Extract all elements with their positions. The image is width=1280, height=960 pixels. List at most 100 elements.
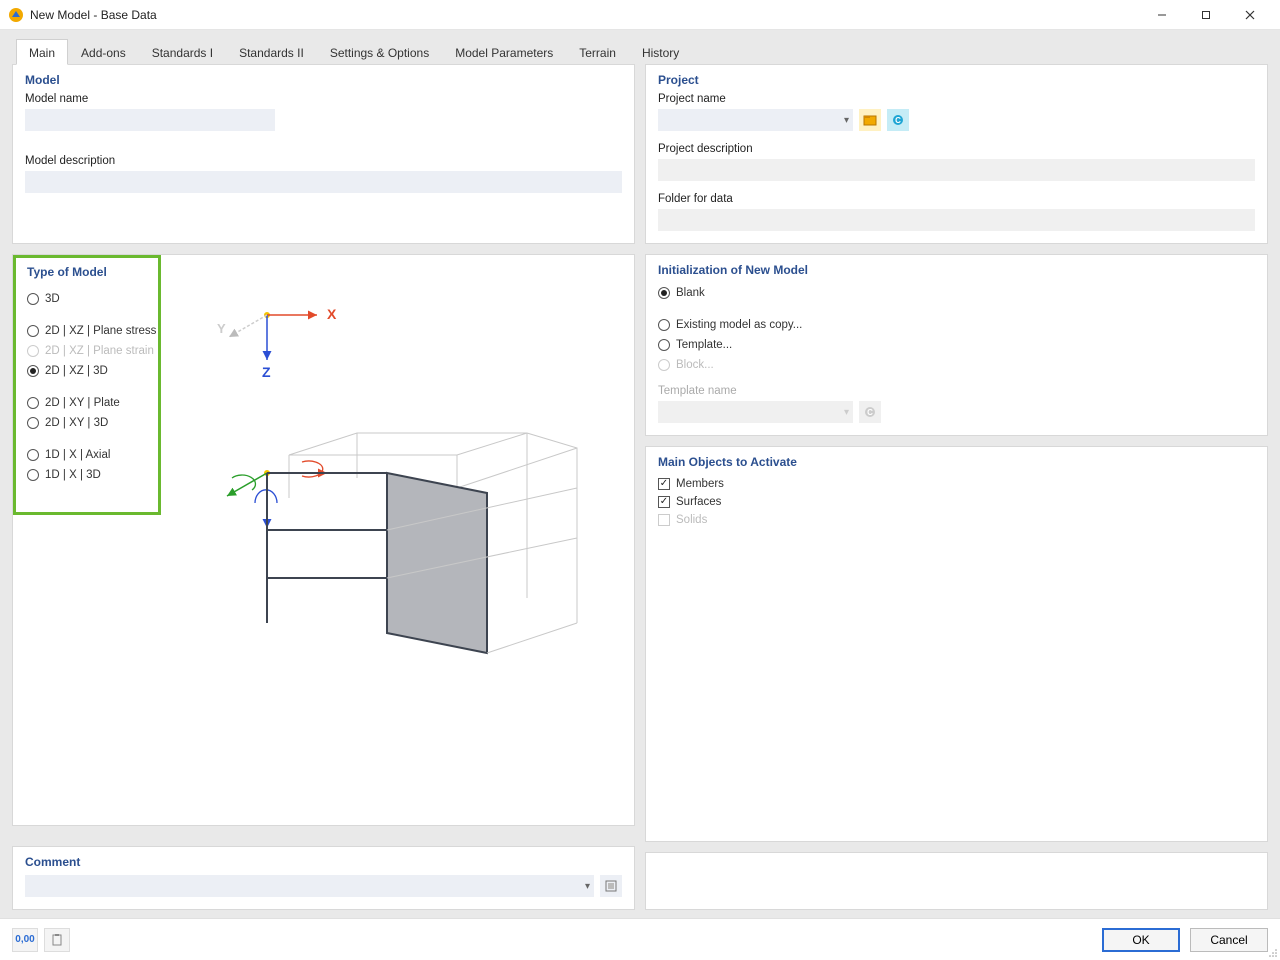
panel-main-objects: Main Objects to Activate Members Surfaces… xyxy=(645,446,1268,842)
radio-icon xyxy=(27,293,39,305)
project-description-display xyxy=(658,159,1255,181)
radio-type-2d-xz-plane-stress[interactable]: 2D | XZ | Plane stress xyxy=(27,321,167,341)
titlebar: New Model - Base Data xyxy=(0,0,1280,30)
svg-text:Z: Z xyxy=(262,364,271,380)
radio-type-2d-xy-3d[interactable]: 2D | XY | 3D xyxy=(27,413,167,433)
tab-terrain[interactable]: Terrain xyxy=(566,39,629,65)
section-title-type: Type of Model xyxy=(27,265,620,279)
label-folder-for-data: Folder for data xyxy=(658,193,1255,205)
checkbox-label: Solids xyxy=(676,514,707,526)
comment-combo[interactable]: ▾ xyxy=(25,875,594,897)
panel-spacer-right xyxy=(645,852,1268,910)
radio-type-2d-xz-plane-strain: 2D | XZ | Plane strain xyxy=(27,341,167,361)
radio-init-existing-model-as-copy-[interactable]: Existing model as copy... xyxy=(658,315,1255,335)
section-title-main-objects: Main Objects to Activate xyxy=(658,455,1255,469)
radio-label: 1D | X | Axial xyxy=(45,449,110,461)
checkbox-icon xyxy=(658,514,670,526)
radio-label: 2D | XZ | 3D xyxy=(45,365,108,377)
checkbox-solids: Solids xyxy=(658,511,1255,529)
panel-comment: Comment ▾ xyxy=(12,846,635,910)
radio-init-blank[interactable]: Blank xyxy=(658,283,1255,303)
svg-text:X: X xyxy=(327,306,337,322)
label-project-description: Project description xyxy=(658,143,1255,155)
cancel-button[interactable]: Cancel xyxy=(1190,928,1268,952)
label-model-description: Model description xyxy=(25,155,622,167)
checkbox-label: Surfaces xyxy=(676,496,721,508)
radio-label: 2D | XZ | Plane strain xyxy=(45,345,154,357)
radio-icon xyxy=(27,345,39,357)
maximize-button[interactable] xyxy=(1184,0,1228,30)
tab-model-parameters[interactable]: Model Parameters xyxy=(442,39,566,65)
radio-label: Template... xyxy=(676,339,732,351)
section-title-comment: Comment xyxy=(25,855,622,869)
tab-history[interactable]: History xyxy=(629,39,692,65)
section-title-model: Model xyxy=(25,73,622,87)
radio-icon xyxy=(658,359,670,371)
comment-edit-button[interactable] xyxy=(600,875,622,897)
label-template-name: Template name xyxy=(658,385,1255,397)
radio-init-template-[interactable]: Template... xyxy=(658,335,1255,355)
close-button[interactable] xyxy=(1228,0,1272,30)
tab-standards-i[interactable]: Standards I xyxy=(139,39,226,65)
tab-main[interactable]: Main xyxy=(16,39,68,65)
radio-type-3d[interactable]: 3D xyxy=(27,289,167,309)
model-preview-diagram xyxy=(207,428,607,678)
checkbox-icon xyxy=(658,478,670,490)
radio-init-block-: Block... xyxy=(658,355,1255,375)
radio-icon xyxy=(658,339,670,351)
coordinate-axes-diagram: X Z Y xyxy=(207,295,347,385)
clipboard-button[interactable] xyxy=(44,928,70,952)
svg-text:Y: Y xyxy=(217,321,226,336)
project-cloud-button[interactable]: C xyxy=(887,109,909,131)
minimize-button[interactable] xyxy=(1140,0,1184,30)
panel-project: Project Project name ▾ C Project descrip… xyxy=(645,64,1268,244)
radio-label: 1D | X | 3D xyxy=(45,469,101,481)
radio-type-2d-xy-plate[interactable]: 2D | XY | Plate xyxy=(27,393,167,413)
model-description-input[interactable] xyxy=(25,171,622,193)
folder-for-data-display xyxy=(658,209,1255,231)
radio-icon xyxy=(27,397,39,409)
label-project-name: Project name xyxy=(658,93,1255,105)
radio-icon xyxy=(27,417,39,429)
tab-standards-ii[interactable]: Standards II xyxy=(226,39,317,65)
radio-label: 3D xyxy=(45,293,60,305)
project-manager-button[interactable] xyxy=(859,109,881,131)
radio-icon xyxy=(658,287,670,299)
radio-label: 2D | XY | 3D xyxy=(45,417,108,429)
footer: 0,00 OK Cancel xyxy=(0,918,1280,960)
checkbox-label: Members xyxy=(676,478,724,490)
panel-initialization: Initialization of New Model BlankExistin… xyxy=(645,254,1268,436)
radio-type-1d-x-axial[interactable]: 1D | X | Axial xyxy=(27,445,167,465)
radio-label: Block... xyxy=(676,359,714,371)
ok-button[interactable]: OK xyxy=(1102,928,1180,952)
radio-icon xyxy=(27,365,39,377)
project-name-combo[interactable]: ▾ xyxy=(658,109,853,131)
radio-type-2d-xz-3d[interactable]: 2D | XZ | 3D xyxy=(27,361,167,381)
radio-type-1d-x-3d[interactable]: 1D | X | 3D xyxy=(27,465,167,485)
radio-label: 2D | XZ | Plane stress xyxy=(45,325,156,337)
template-cloud-button: C xyxy=(859,401,881,423)
resize-grip-icon[interactable] xyxy=(1266,946,1278,958)
radio-label: Blank xyxy=(676,287,705,299)
checkbox-members[interactable]: Members xyxy=(658,475,1255,493)
model-name-input[interactable] xyxy=(25,109,275,131)
radio-label: Existing model as copy... xyxy=(676,319,802,331)
section-title-project: Project xyxy=(658,73,1255,87)
units-button[interactable]: 0,00 xyxy=(12,928,38,952)
radio-label: 2D | XY | Plate xyxy=(45,397,120,409)
chevron-down-icon: ▾ xyxy=(844,407,849,418)
window-title: New Model - Base Data xyxy=(30,8,157,22)
radio-icon xyxy=(27,449,39,461)
chevron-down-icon: ▾ xyxy=(585,881,590,892)
checkbox-surfaces[interactable]: Surfaces xyxy=(658,493,1255,511)
chevron-down-icon: ▾ xyxy=(844,115,849,126)
tabstrip: MainAdd-onsStandards IStandards IISettin… xyxy=(0,30,1280,64)
tab-add-ons[interactable]: Add-ons xyxy=(68,39,139,65)
app-icon xyxy=(8,7,24,23)
radio-icon xyxy=(27,325,39,337)
tab-settings-options[interactable]: Settings & Options xyxy=(317,39,442,65)
radio-icon xyxy=(27,469,39,481)
template-name-combo: ▾ xyxy=(658,401,853,423)
panel-model: Model Model name Model description xyxy=(12,64,635,244)
svg-text:C: C xyxy=(895,116,901,125)
